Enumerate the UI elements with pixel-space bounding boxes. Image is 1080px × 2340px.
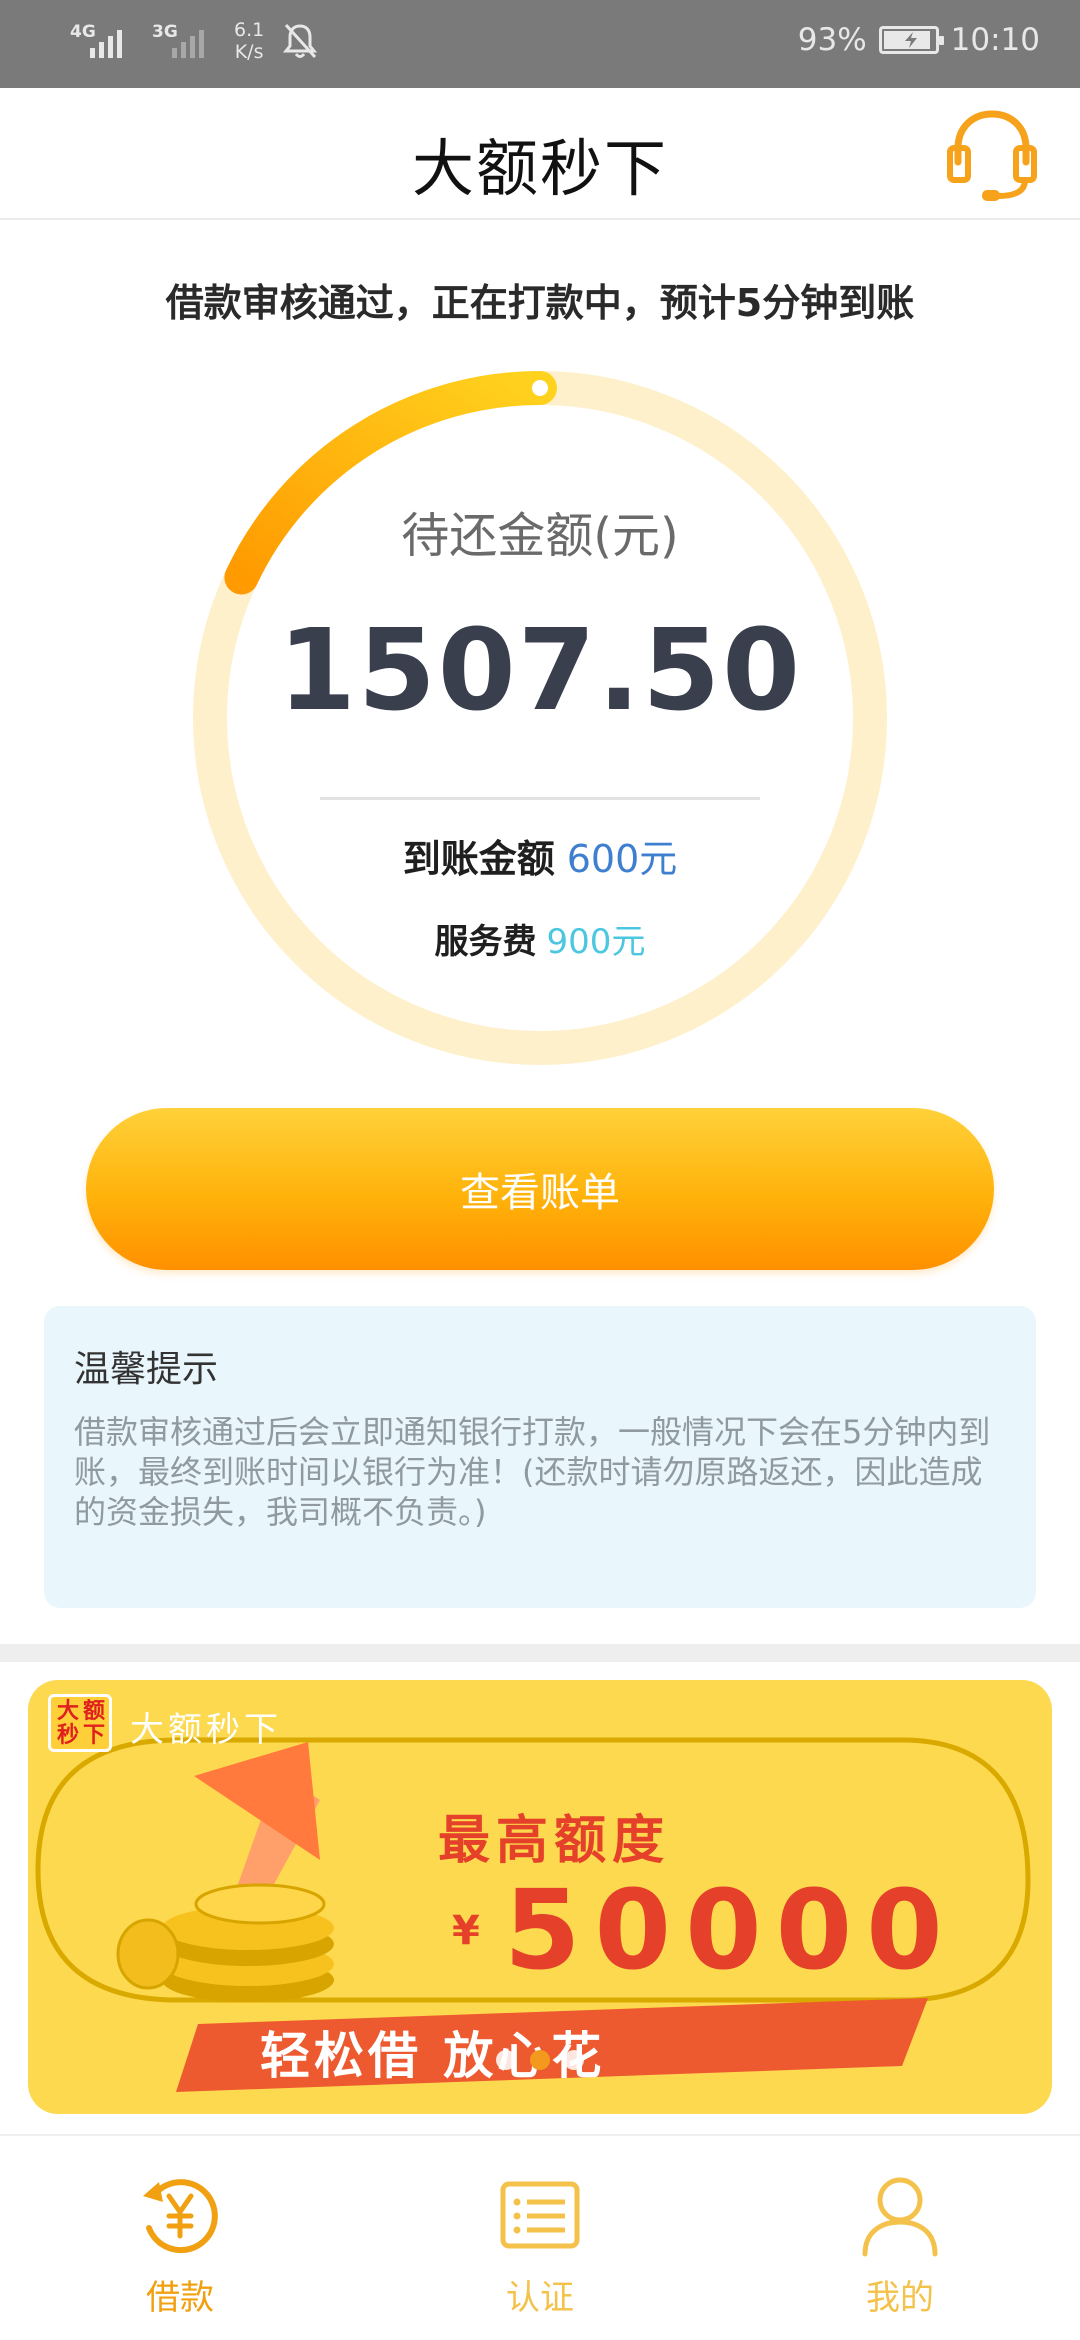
amount-due-value: 1507.50 bbox=[277, 606, 803, 736]
status-left: 4G 3G 6.1 K/s bbox=[70, 18, 318, 64]
logo-char-2: 额 bbox=[83, 1699, 106, 1724]
section-separator bbox=[0, 1644, 1080, 1662]
arrive-amount-label: 到账金额 bbox=[402, 837, 555, 881]
banner-limit-amount: 50000 bbox=[504, 1866, 957, 1994]
tips-card: 温馨提示 借款审核通过后会立即通知银行打款，一般情况下会在5分钟内到账，最终到账… bbox=[44, 1306, 1036, 1608]
banner-app-logo: 大 额 秒 下 bbox=[48, 1694, 112, 1752]
amount-due-label: 待还金额(元) bbox=[401, 508, 679, 564]
service-fee-label: 服务费 bbox=[434, 922, 537, 962]
logo-char-4: 下 bbox=[83, 1723, 106, 1748]
tab-loan[interactable]: 借款 bbox=[0, 2136, 360, 2340]
banner-dot-active[interactable] bbox=[530, 2050, 550, 2070]
promo-banner[interactable]: 大 额 秒 下 大额秒下 最高额度 ¥ 50000 轻松借 放心花 bbox=[28, 1680, 1052, 2114]
network-speed: 6.1 K/s bbox=[234, 19, 264, 63]
logo-char-1: 大 bbox=[57, 1699, 80, 1724]
speed-value: 6.1 bbox=[234, 19, 265, 41]
service-fee-row: 服务费 900元 bbox=[190, 914, 890, 963]
arrive-amount-row: 到账金额 600元 bbox=[190, 828, 890, 883]
battery-icon bbox=[878, 26, 944, 54]
tab-loan-label: 借款 bbox=[146, 2278, 214, 2318]
service-fee-value: 900元 bbox=[546, 922, 646, 962]
tab-verify-label: 认证 bbox=[506, 2278, 574, 2318]
banner-pagination bbox=[28, 2050, 1052, 2070]
tab-verify[interactable]: 认证 bbox=[360, 2136, 720, 2340]
status-right: 93% 10:10 bbox=[798, 22, 1040, 58]
repayment-summary: 待还金额(元) 1507.50 到账金额 600元 服务费 900元 bbox=[190, 368, 890, 1068]
status-bar: 4G 3G 6.1 K/s 93% 10:10 bbox=[0, 0, 1080, 88]
tips-title: 温馨提示 bbox=[74, 1349, 219, 1390]
signal-3g-icon: 3G bbox=[152, 18, 216, 64]
tab-mine-label: 我的 bbox=[866, 2278, 934, 2318]
yen-refresh-icon bbox=[143, 2179, 218, 2254]
logo-char-3: 秒 bbox=[57, 1723, 80, 1748]
clock: 10:10 bbox=[950, 22, 1040, 58]
app-header: 大额秒下 bbox=[0, 88, 1080, 220]
view-bill-button[interactable]: 查看账单 bbox=[86, 1108, 994, 1270]
bottom-tab-bar: 借款 认证 我的 bbox=[0, 2134, 1080, 2340]
list-card-icon bbox=[500, 2181, 580, 2249]
loan-status-message: 借款审核通过，正在打款中，预计5分钟到账 bbox=[165, 281, 915, 325]
bell-off-icon bbox=[283, 23, 318, 59]
summary-divider bbox=[320, 797, 760, 800]
headset-icon[interactable] bbox=[944, 104, 1040, 204]
signal-4g-icon: 4G bbox=[70, 18, 134, 64]
tips-body: 借款审核通过后会立即通知银行打款，一般情况下会在5分钟内到账，最终到账时间以银行… bbox=[74, 1413, 991, 1531]
banner-limit-title: 最高额度 bbox=[438, 1811, 671, 1871]
page-title: 大额秒下 bbox=[411, 132, 668, 205]
arrive-amount-value: 600元 bbox=[566, 837, 678, 881]
battery-percent: 93% bbox=[797, 22, 867, 58]
banner-dot[interactable] bbox=[564, 2050, 584, 2070]
banner-dot[interactable] bbox=[496, 2050, 516, 2070]
user-icon bbox=[862, 2177, 938, 2257]
banner-app-name: 大额秒下 bbox=[130, 1710, 282, 1750]
banner-currency: ¥ bbox=[452, 1908, 480, 1954]
speed-unit: K/s bbox=[234, 41, 264, 63]
tab-mine[interactable]: 我的 bbox=[720, 2136, 1080, 2340]
